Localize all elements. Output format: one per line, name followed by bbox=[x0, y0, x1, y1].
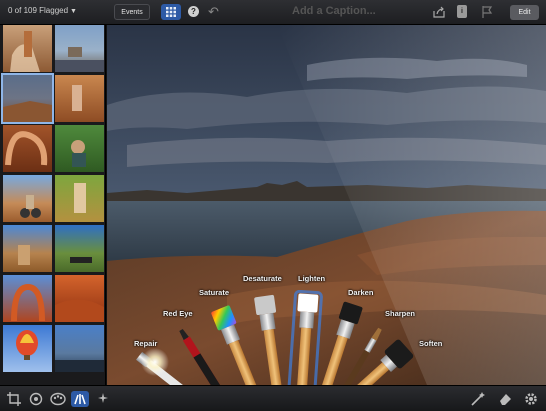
thumbnail-browser bbox=[0, 25, 106, 385]
effects-icon[interactable] bbox=[95, 391, 111, 407]
help-icon[interactable]: ? bbox=[188, 6, 199, 17]
lighten-brush[interactable] bbox=[286, 290, 323, 385]
events-button[interactable]: Events bbox=[114, 4, 150, 20]
brushes-icon[interactable] bbox=[71, 391, 89, 407]
grid-icon bbox=[166, 7, 176, 17]
chevron-down-icon: ▼ bbox=[70, 8, 77, 15]
auto-enhance-icon[interactable] bbox=[470, 391, 486, 407]
red-eye-brush[interactable] bbox=[178, 328, 222, 385]
undo-icon[interactable]: ↶ bbox=[208, 4, 228, 20]
eraser-icon[interactable] bbox=[497, 391, 513, 407]
edit-button[interactable]: Edit bbox=[510, 5, 539, 20]
saturate-brush[interactable] bbox=[211, 305, 265, 385]
grid-view-button[interactable] bbox=[161, 4, 181, 20]
flag-filter-menu[interactable]: 0 of 109 Flagged ▼ bbox=[8, 6, 77, 15]
brush-label-desaturate: Desaturate bbox=[243, 274, 282, 283]
flag-icon[interactable] bbox=[480, 5, 498, 19]
info-icon[interactable]: i bbox=[457, 5, 467, 18]
brush-label-lighten: Lighten bbox=[298, 274, 326, 283]
rotate-icon[interactable] bbox=[28, 391, 44, 407]
caption-field[interactable]: Add a Caption... bbox=[292, 5, 376, 17]
crop-icon[interactable] bbox=[6, 391, 22, 407]
bottom-toolbar bbox=[0, 385, 546, 411]
gear-icon[interactable] bbox=[523, 391, 539, 407]
top-toolbar: 0 of 109 Flagged ▼ Events ? ↶ Add a Capti… bbox=[0, 0, 546, 25]
palette-icon[interactable] bbox=[50, 391, 66, 407]
flag-filter-label: 0 of 109 Flagged bbox=[8, 6, 69, 15]
brush-fan bbox=[136, 290, 414, 385]
desaturate-brush[interactable] bbox=[254, 294, 288, 385]
share-icon[interactable] bbox=[432, 5, 446, 19]
thumbnail-grid bbox=[1, 25, 104, 372]
